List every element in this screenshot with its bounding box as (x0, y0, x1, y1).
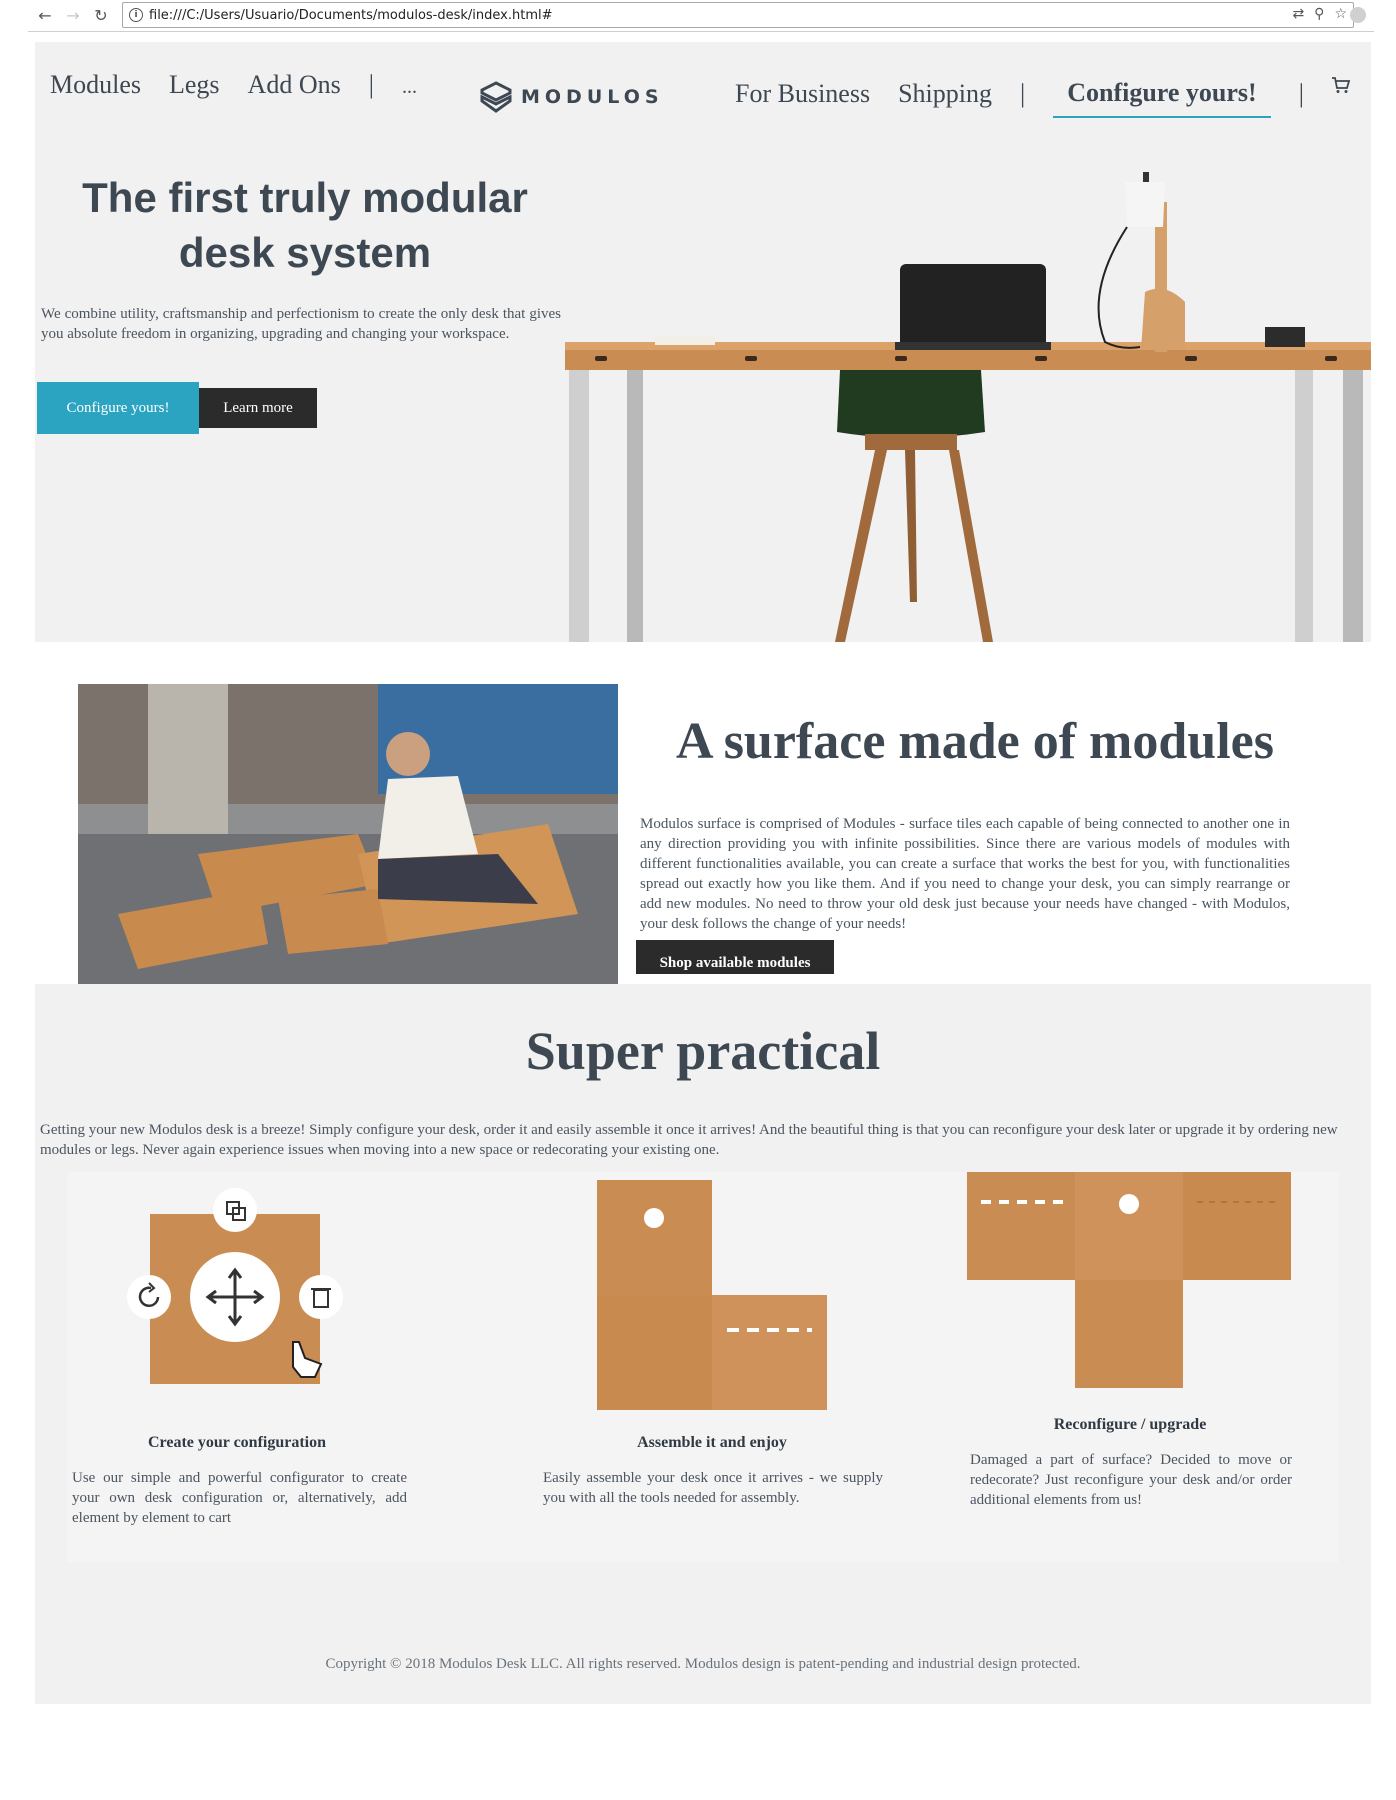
url-text[interactable]: file:///C:/Users/Usuario/Documents/modul… (149, 8, 553, 23)
learn-more-button[interactable]: Learn more (199, 388, 317, 428)
practical-description: Getting your new Modulos desk is a breez… (40, 1122, 1338, 1158)
feature-text-reconfigure: Damaged a part of surface? Decided to mo… (970, 1452, 1292, 1508)
nav-configure-yours[interactable]: Configure yours! (1053, 78, 1271, 118)
nav-legs[interactable]: Legs (169, 70, 220, 100)
nav-add-ons[interactable]: Add Ons (248, 70, 341, 100)
feature-text-create: Use our simple and powerful configurator… (72, 1470, 407, 1526)
zoom-icon[interactable]: ⚲ (1314, 6, 1324, 22)
back-icon[interactable]: ← (34, 5, 56, 27)
configure-yours-button[interactable]: Configure yours! (37, 382, 199, 434)
bookmark-star-icon[interactable]: ☆ (1334, 6, 1347, 22)
practical-section: Super practical Getting your new Modulos… (35, 984, 1371, 1704)
site-nav: Modules Legs Add Ons | ... MODULOS For B… (35, 42, 1371, 122)
hero-section: Modules Legs Add Ons | ... MODULOS For B… (35, 42, 1371, 642)
modulos-logo-icon (480, 81, 512, 113)
hero-title-line2: desk system (178, 229, 432, 276)
extension-icon[interactable] (1350, 7, 1366, 23)
logo-text: MODULOS (521, 86, 664, 108)
feature-title-assemble: Assemble it and enjoy (637, 1434, 787, 1451)
configurator-illustration (127, 1188, 343, 1384)
forward-icon[interactable]: → (62, 5, 84, 27)
reconfigure-illustration (967, 1172, 1291, 1388)
translate-icon[interactable]: ⇄ (1292, 6, 1304, 22)
nav-more[interactable]: ... (402, 76, 417, 100)
assembly-photo (78, 684, 618, 984)
nav-shipping[interactable]: Shipping (898, 79, 992, 109)
nav-modules[interactable]: Modules (50, 70, 141, 100)
nav-for-business[interactable]: For Business (735, 79, 870, 109)
footer-copyright: Copyright © 2018 Modulos Desk LLC. All r… (325, 1656, 1081, 1672)
feature-text-assemble: Easily assemble your desk once it arrive… (543, 1470, 883, 1506)
nav-separator: | (368, 70, 374, 99)
site-logo[interactable]: MODULOS (479, 80, 664, 114)
feature-title-reconfigure: Reconfigure / upgrade (1053, 1416, 1207, 1433)
cart-icon[interactable] (1331, 76, 1351, 94)
hero-description: We combine utility, craftsmanship and pe… (41, 306, 561, 342)
modules-title: A surface made of modules (676, 713, 1274, 770)
browser-toolbar: ← → ↻ i file:///C:/Users/Usuario/Documen… (28, 0, 1374, 32)
address-bar[interactable]: i file:///C:/Users/Usuario/Documents/mod… (122, 2, 1354, 28)
nav-separator: | (1020, 79, 1026, 108)
practical-title: Super practical (525, 1021, 881, 1081)
hero-title-line1: The first truly modular (82, 174, 528, 221)
feature-title-create: Create your configuration (147, 1434, 327, 1451)
info-icon[interactable]: i (129, 8, 143, 22)
hero-title: The first truly modular desk system (65, 170, 545, 280)
reload-icon[interactable]: ↻ (90, 5, 112, 27)
page: Modules Legs Add Ons | ... MODULOS For B… (35, 42, 1371, 1704)
nav-separator: | (1298, 79, 1304, 108)
desk-hero-image (565, 172, 1371, 642)
modules-description: Modulos surface is comprised of Modules … (640, 816, 1290, 932)
modules-section: A surface made of modules Modulos surfac… (35, 642, 1371, 984)
assemble-illustration (597, 1180, 827, 1410)
features-row: Create your configuration Use our simple… (67, 1172, 1339, 1562)
shop-modules-button[interactable]: Shop available modules (636, 940, 834, 974)
